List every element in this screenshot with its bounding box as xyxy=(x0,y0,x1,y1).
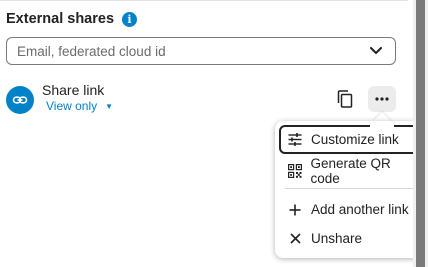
copy-icon xyxy=(337,90,353,108)
caret-down-icon: ▼ xyxy=(105,101,114,111)
menu-item-label: Customize link xyxy=(311,132,399,147)
menu-item-generate-qr[interactable]: Generate QR code xyxy=(279,155,420,186)
more-horizontal-icon xyxy=(375,97,389,101)
more-actions-button[interactable] xyxy=(368,86,396,112)
share-search-input[interactable]: Email, federated cloud id xyxy=(6,37,396,65)
permission-label: View only xyxy=(46,99,98,113)
section-title: External shares xyxy=(6,11,115,27)
external-shares-header: External shares i xyxy=(6,9,138,29)
share-input-placeholder: Email, federated cloud id xyxy=(17,43,166,59)
scrollbar-thumb[interactable] xyxy=(416,0,425,267)
info-icon[interactable]: i xyxy=(122,11,138,27)
top-divider xyxy=(0,0,408,1)
sharing-panel: External shares i Email, federated cloud… xyxy=(0,0,428,267)
menu-item-customize-link[interactable]: Customize link xyxy=(279,125,420,154)
menu-separator xyxy=(285,188,414,189)
menu-item-unshare[interactable]: Unshare xyxy=(279,224,420,253)
menu-item-add-another-link[interactable]: Add another link xyxy=(279,195,420,224)
link-icon xyxy=(12,92,28,108)
qr-code-icon xyxy=(287,163,302,179)
share-actions-menu: Customize link Generate QR code Add anot… xyxy=(275,121,424,258)
chevron-down-icon[interactable] xyxy=(369,44,383,58)
menu-item-label: Unshare xyxy=(311,231,363,246)
popover-arrow-cover xyxy=(370,121,394,127)
menu-item-label: Generate QR code xyxy=(310,155,391,186)
menu-item-label: Add another link xyxy=(311,202,409,217)
share-link-title: Share link xyxy=(42,82,105,98)
tune-icon xyxy=(287,132,303,148)
share-link-avatar xyxy=(6,86,34,114)
plus-icon xyxy=(287,202,303,218)
copy-link-button[interactable] xyxy=(333,87,357,111)
permission-dropdown[interactable]: View only ▼ xyxy=(46,99,113,113)
close-icon xyxy=(287,231,303,247)
scrollbar[interactable] xyxy=(413,0,428,267)
